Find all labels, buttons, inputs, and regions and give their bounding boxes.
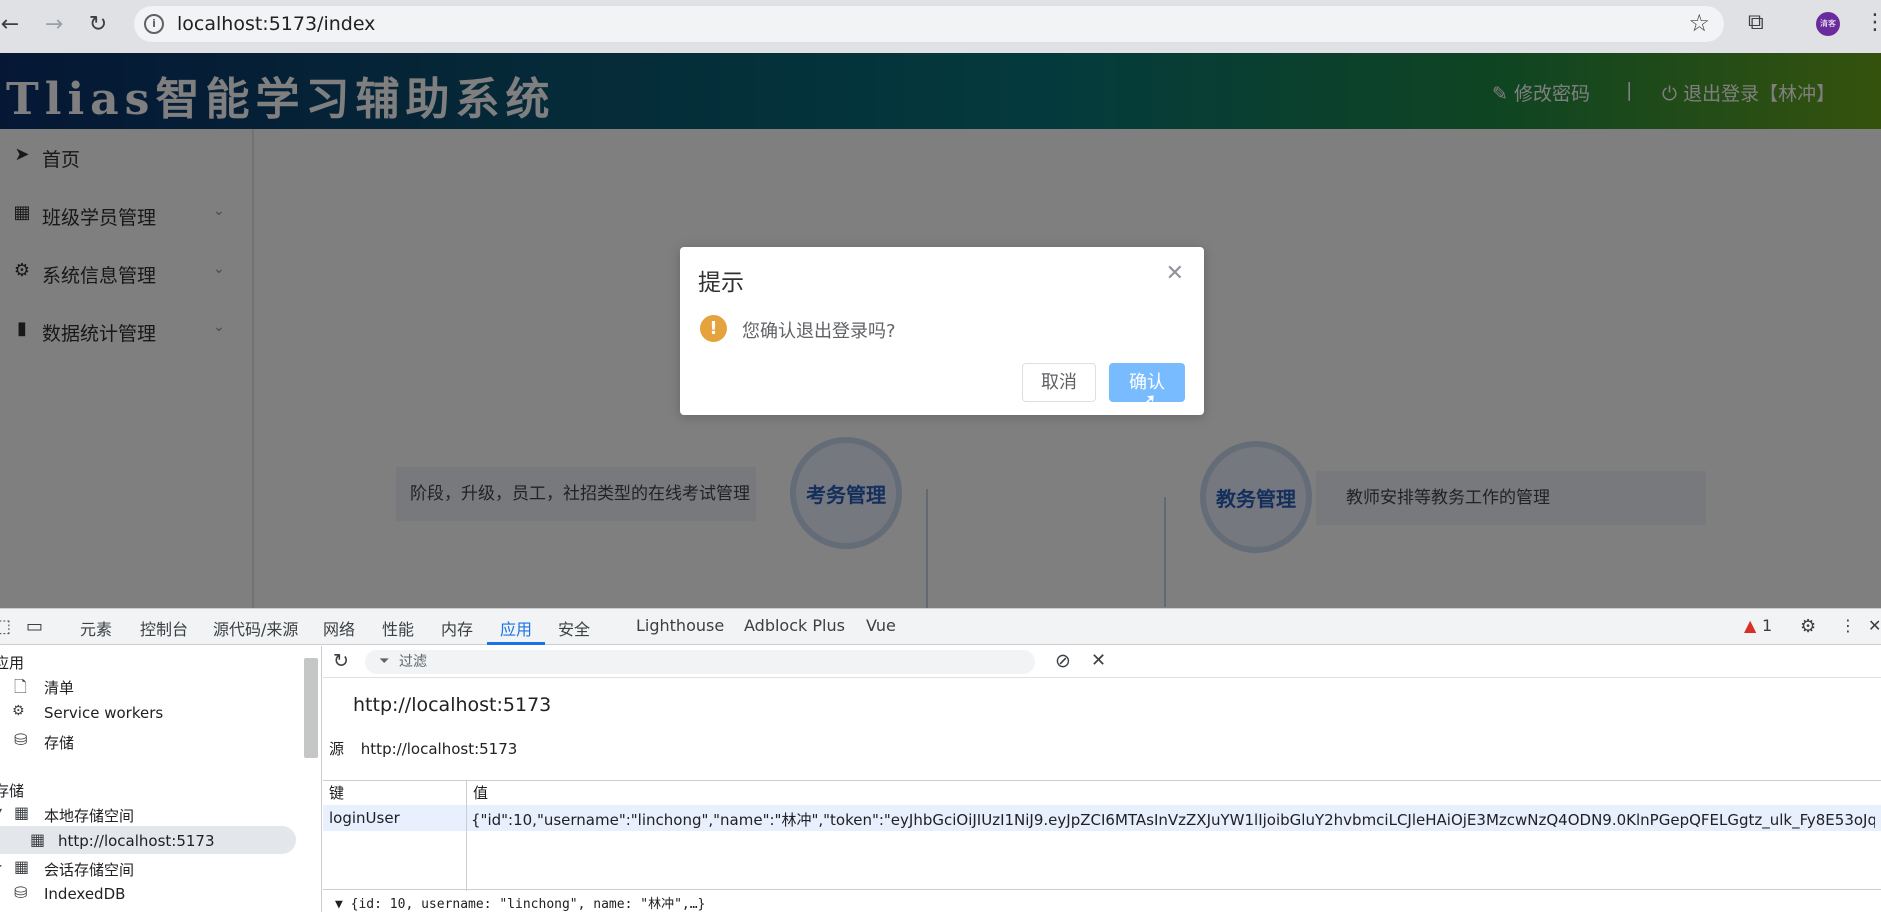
active-tab-indicator bbox=[487, 642, 545, 645]
gears-icon: ⚙ bbox=[12, 703, 25, 719]
table-icon: ▦ bbox=[14, 857, 30, 876]
more-options-icon[interactable]: ⋮ bbox=[1840, 616, 1856, 635]
inspect-icon[interactable]: ⬚ bbox=[0, 616, 11, 637]
tab-performance[interactable]: 性能 bbox=[382, 616, 414, 640]
confirm-dialog: 提示 ✕ ! 您确认退出登录吗? 取消 确认 bbox=[680, 247, 1204, 415]
app-page: Tlias智能学习辅助系统 ✎ 修改密码 | ⏻ 退出登录【林冲】 ➤ 首页 ▦… bbox=[0, 53, 1881, 608]
tab-application[interactable]: 应用 bbox=[500, 616, 532, 640]
cancel-button[interactable]: 取消 bbox=[1022, 363, 1096, 402]
sidebar-item-manifest[interactable]: 清单 bbox=[44, 677, 74, 698]
clear-all-icon[interactable]: ⊘ bbox=[1055, 650, 1071, 672]
tab-elements[interactable]: 元素 bbox=[80, 616, 112, 640]
section-storage: 存储 bbox=[0, 782, 25, 800]
menu-icon[interactable]: ⋮ bbox=[1864, 10, 1881, 35]
filter-input[interactable]: ⏷ 过滤 bbox=[365, 650, 1035, 674]
filter-placeholder: 过滤 bbox=[399, 654, 427, 670]
bookmark-star-icon[interactable]: ☆ bbox=[1688, 9, 1710, 37]
info-icon[interactable]: i bbox=[144, 14, 164, 34]
value-preview[interactable]: ▼ {id: 10, username: "linchong", name: "… bbox=[335, 893, 705, 912]
filter-icon: ⏷ bbox=[379, 654, 390, 669]
device-toolbar-icon[interactable]: ▭ bbox=[26, 616, 43, 637]
database-icon: ⛁ bbox=[14, 883, 28, 902]
origin-heading: http://localhost:5173 bbox=[353, 694, 552, 716]
warning-count[interactable]: 1 bbox=[1762, 616, 1772, 635]
tab-security[interactable]: 安全 bbox=[558, 616, 590, 640]
storage-panel: ↻ ⏷ 过滤 ⊘ ✕ http://localhost:5173 源 http:… bbox=[323, 646, 1881, 912]
expand-arrow-icon[interactable]: ▾ bbox=[0, 804, 2, 818]
table-icon: ▦ bbox=[30, 830, 46, 849]
warning-icon: ! bbox=[700, 315, 727, 342]
delete-selected-icon[interactable]: ✕ bbox=[1091, 650, 1106, 671]
reload-icon[interactable]: ↻ bbox=[84, 10, 112, 38]
extensions-icon[interactable]: ⧉ bbox=[1748, 10, 1764, 35]
address-bar[interactable]: i localhost:5173/index ☆ bbox=[134, 6, 1724, 42]
sidebar-item-local-origin[interactable]: http://localhost:5173 bbox=[58, 832, 215, 850]
sidebar-item-storage[interactable]: 存储 bbox=[44, 732, 74, 753]
devtools-tab-bar: ⬚ ▭ 元素 控制台 源代码/来源 网络 性能 内存 应用 安全 Lightho… bbox=[0, 609, 1881, 645]
section-application: 应用 bbox=[0, 654, 25, 672]
sidebar-item-local-storage[interactable]: 本地存储空间 bbox=[44, 805, 134, 826]
dialog-message: 您确认退出登录吗? bbox=[742, 321, 896, 342]
browser-toolbar: ← → ↻ i localhost:5173/index ☆ ⧉ 清客 ⋮ bbox=[0, 0, 1881, 53]
close-icon[interactable]: ✕ bbox=[1166, 261, 1184, 286]
collapse-arrow-icon[interactable]: ▸ bbox=[0, 858, 2, 872]
warning-icon[interactable]: ▲ bbox=[1744, 616, 1756, 635]
refresh-icon[interactable]: ↻ bbox=[333, 650, 349, 672]
sidebar-item-service-workers[interactable]: Service workers bbox=[44, 704, 163, 722]
origin-info: 源 http://localhost:5173 bbox=[329, 738, 517, 759]
sidebar-scrollbar[interactable] bbox=[304, 658, 318, 758]
tab-console[interactable]: 控制台 bbox=[140, 616, 188, 640]
tab-sources[interactable]: 源代码/来源 bbox=[213, 616, 298, 640]
table-icon: ▦ bbox=[14, 803, 30, 822]
origin-value: http://localhost:5173 bbox=[360, 740, 518, 758]
tab-adblock-plus[interactable]: Adblock Plus bbox=[744, 616, 845, 635]
storage-table: 键 值 loginUser {"id":10,"username":"linch… bbox=[323, 780, 1881, 891]
settings-gear-icon[interactable]: ⚙ bbox=[1800, 616, 1816, 637]
close-icon[interactable]: ✕ bbox=[1868, 616, 1881, 635]
tab-memory[interactable]: 内存 bbox=[441, 616, 473, 640]
value-column-header[interactable]: 值 bbox=[473, 781, 488, 805]
application-sidebar: 应用 🗋 清单 ⚙ Service workers ⛁ 存储 存储 ▾ ▦ 本地… bbox=[0, 646, 322, 912]
devtools-panel: ⬚ ▭ 元素 控制台 源代码/来源 网络 性能 内存 应用 安全 Lightho… bbox=[0, 608, 1881, 912]
dialog-title: 提示 bbox=[698, 270, 744, 296]
back-icon[interactable]: ← bbox=[0, 10, 24, 38]
storage-toolbar: ↻ ⏷ 过滤 ⊘ ✕ bbox=[323, 646, 1881, 678]
avatar[interactable]: 清客 bbox=[1816, 12, 1840, 36]
column-divider[interactable] bbox=[466, 781, 467, 891]
table-row[interactable]: loginUser {"id":10,"username":"linchong"… bbox=[323, 805, 1881, 831]
sidebar-item-indexeddb[interactable]: IndexedDB bbox=[44, 885, 125, 903]
mouse-cursor-icon: ➚ bbox=[1140, 388, 1157, 412]
row-value[interactable]: {"id":10,"username":"linchong","name":"林… bbox=[471, 809, 1875, 830]
tab-vue[interactable]: Vue bbox=[866, 616, 896, 635]
key-column-header[interactable]: 键 bbox=[329, 781, 344, 805]
row-key[interactable]: loginUser bbox=[329, 809, 459, 827]
tab-lighthouse[interactable]: Lighthouse bbox=[636, 616, 724, 635]
address-url[interactable]: localhost:5173/index bbox=[177, 13, 375, 35]
sidebar-item-session-storage[interactable]: 会话存储空间 bbox=[44, 859, 134, 880]
tab-network[interactable]: 网络 bbox=[323, 616, 355, 640]
origin-label: 源 bbox=[329, 740, 345, 758]
document-icon: 🗋 bbox=[14, 677, 27, 696]
database-icon: ⛁ bbox=[14, 730, 28, 749]
forward-icon[interactable]: → bbox=[40, 10, 68, 38]
